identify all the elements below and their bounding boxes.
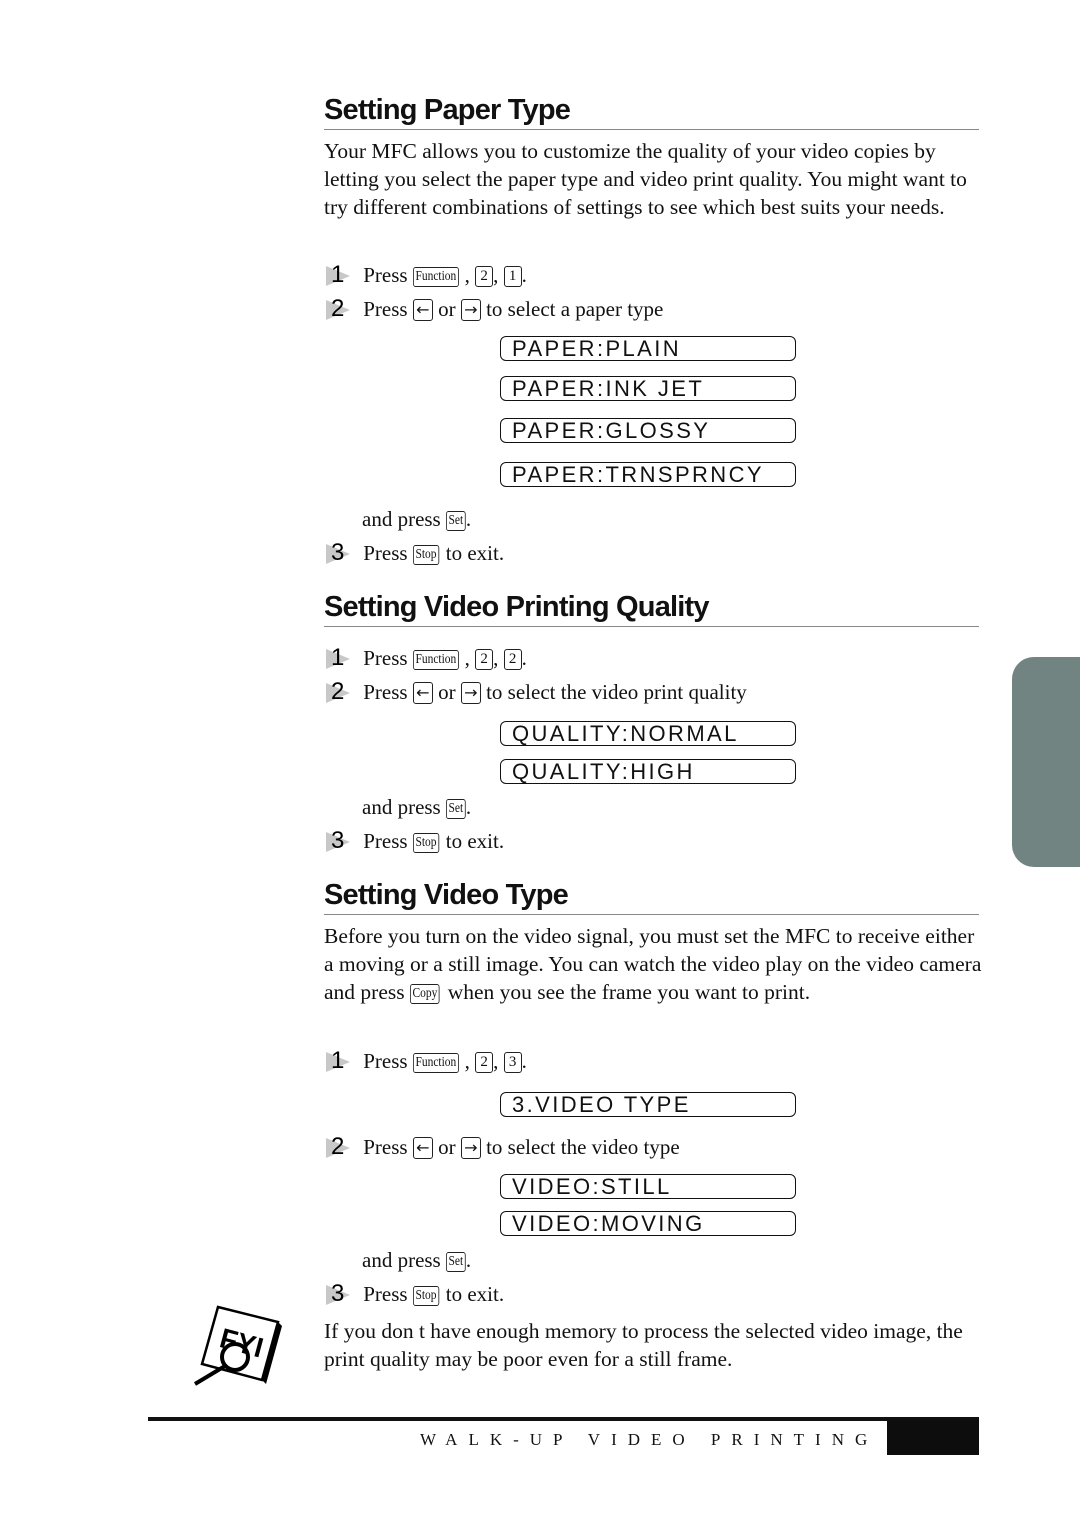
stop-key: Stop bbox=[412, 1286, 439, 1306]
step-number-marker: 1 bbox=[324, 262, 358, 288]
step-number-marker: 1 bbox=[324, 645, 358, 671]
set-key: Set bbox=[445, 799, 466, 819]
lcd-display: 3.VIDEO TYPE bbox=[500, 1092, 796, 1117]
and-press-set: and press Set. bbox=[362, 795, 472, 819]
section-title-video-type: Setting Video Type bbox=[324, 878, 979, 915]
and-press-set: and press Set. bbox=[362, 507, 472, 531]
step-number-marker: 1 bbox=[324, 1048, 358, 1074]
key-2: 2 bbox=[503, 649, 522, 670]
left-arrow-key-icon: ← bbox=[412, 1137, 433, 1159]
left-arrow-key-icon: ← bbox=[412, 682, 433, 704]
key-3: 3 bbox=[503, 1052, 522, 1073]
function-key: Function bbox=[412, 650, 459, 670]
fyi-magnifier-icon: FYI bbox=[193, 1305, 282, 1386]
footer-rule bbox=[148, 1417, 979, 1421]
step-2: 2 Press ← or → to select a paper type bbox=[324, 296, 663, 322]
section-title-video-printing-quality: Setting Video Printing Quality bbox=[324, 590, 979, 627]
chapter-tab bbox=[1012, 657, 1080, 867]
page-number-box bbox=[887, 1420, 979, 1455]
step-3: 3 Press Stop to exit. bbox=[324, 1281, 504, 1307]
step-number-marker: 2 bbox=[324, 1134, 358, 1160]
lcd-display: PAPER:PLAIN bbox=[500, 336, 796, 361]
right-arrow-key-icon: → bbox=[460, 1137, 481, 1159]
lcd-display: VIDEO:STILL bbox=[500, 1174, 796, 1199]
video-type-intro: Before you turn on the video signal, you… bbox=[324, 924, 982, 1004]
function-key: Function bbox=[412, 1053, 459, 1073]
stop-key: Stop bbox=[412, 545, 439, 565]
step-number-marker: 3 bbox=[324, 540, 358, 566]
step-3: 3 Press Stop to exit. bbox=[324, 540, 504, 566]
lcd-display: QUALITY:HIGH bbox=[500, 759, 796, 784]
step-2: 2 Press ← or → to select the video print… bbox=[324, 679, 747, 705]
key-2: 2 bbox=[475, 266, 494, 287]
copy-key: Copy bbox=[409, 983, 440, 1004]
key-2: 2 bbox=[475, 649, 494, 670]
lcd-display: QUALITY:NORMAL bbox=[500, 721, 796, 746]
step-1: 1 Press Function, 2, 1. bbox=[324, 262, 527, 288]
and-press-set: and press Set. bbox=[362, 1248, 472, 1272]
right-arrow-key-icon: → bbox=[460, 299, 481, 321]
set-key: Set bbox=[445, 511, 466, 531]
right-arrow-key-icon: → bbox=[460, 682, 481, 704]
function-key: Function bbox=[412, 267, 459, 287]
key-2: 2 bbox=[475, 1052, 494, 1073]
lcd-display: PAPER:INK JET bbox=[500, 376, 796, 401]
key-1: 1 bbox=[503, 266, 522, 287]
left-arrow-key-icon: ← bbox=[412, 299, 433, 321]
paper-type-intro: Your MFC allows you to customize the qua… bbox=[324, 139, 967, 219]
lcd-display: PAPER:GLOSSY bbox=[500, 418, 796, 443]
step-number-marker: 3 bbox=[324, 1281, 358, 1307]
section-title-paper-type: Setting Paper Type bbox=[324, 93, 979, 130]
step-number-marker: 2 bbox=[324, 679, 358, 705]
lcd-display: PAPER:TRNSPRNCY bbox=[500, 462, 796, 487]
step-number-marker: 3 bbox=[324, 828, 358, 854]
step-1: 1 Press Function, 2, 3. bbox=[324, 1048, 527, 1074]
step-1: 1 Press Function, 2, 2. bbox=[324, 645, 527, 671]
fyi-note-text: If you don t have enough memory to proce… bbox=[324, 1319, 963, 1371]
step-3: 3 Press Stop to exit. bbox=[324, 828, 504, 854]
step-2: 2 Press ← or → to select the video type bbox=[324, 1134, 680, 1160]
stop-key: Stop bbox=[412, 833, 439, 853]
footer-chapter-title: WALK-UP VIDEO PRINTING bbox=[420, 1430, 879, 1449]
step-number-marker: 2 bbox=[324, 296, 358, 322]
set-key: Set bbox=[445, 1252, 466, 1272]
lcd-display: VIDEO:MOVING bbox=[500, 1211, 796, 1236]
